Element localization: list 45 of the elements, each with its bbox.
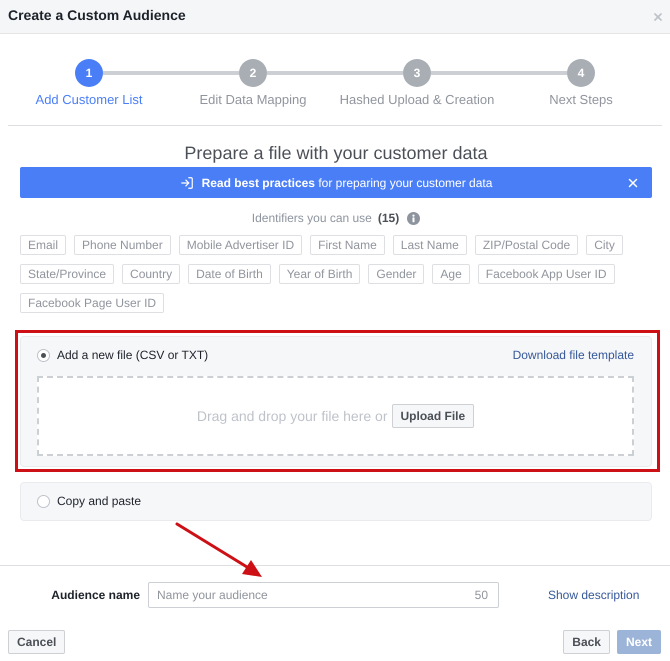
banner-text[interactable]: Read best practices for preparing your customer data (202, 174, 492, 190)
identifier-tag: Phone Number (74, 235, 171, 255)
step-number: 4 (567, 59, 595, 87)
drop-hint: Drag and drop your file here or (196, 408, 388, 424)
identifier-tag: Last Name (392, 235, 467, 255)
step-number: 1 (75, 59, 103, 87)
step-label: Edit Data Mapping (200, 92, 306, 108)
step-label: Add Customer List (36, 92, 142, 108)
radio-button[interactable] (37, 348, 50, 362)
identifier-tag: State/Province (20, 264, 114, 284)
option-label[interactable]: Copy and paste (57, 494, 142, 508)
step-label: Hashed Upload & Creation (340, 92, 494, 108)
identifier-tag: Age (432, 264, 470, 284)
arrow-in-icon (180, 176, 194, 190)
identifier-tag: First Name (310, 235, 385, 255)
window-title: Create a Custom Audience (8, 6, 186, 24)
identifier-tag: Gender (368, 264, 424, 284)
identifiers-label: Identifiers you can use (252, 210, 372, 226)
step-number: 2 (239, 59, 267, 87)
secondary-button[interactable]: Cancel (8, 630, 66, 654)
upload-file-button[interactable]: Upload File (392, 404, 474, 428)
option-label[interactable]: Add a new file (CSV or TXT) (57, 348, 208, 362)
identifier-tag: Facebook App User ID (478, 264, 615, 284)
identifiers-count: (15) (378, 210, 400, 226)
identifier-tag: Email (20, 235, 66, 255)
show-description-link[interactable]: Show description (548, 588, 640, 602)
close-button[interactable] (652, 10, 664, 22)
step-number: 3 (403, 59, 431, 87)
radio-button[interactable] (37, 494, 50, 508)
identifier-tag: City (586, 235, 623, 255)
identifier-tag: ZIP/Postal Code (474, 235, 578, 255)
identifier-tag: Date of Birth (188, 264, 271, 284)
secondary-button[interactable]: Back (563, 630, 610, 654)
info-icon[interactable] (407, 212, 420, 224)
close-icon (652, 10, 664, 22)
step-label: Next Steps (549, 92, 613, 108)
download-template-link[interactable]: Download file template (512, 348, 634, 362)
character-counter: 50 (474, 588, 488, 602)
identifier-tag: Year of Birth (278, 264, 360, 284)
identifier-tag: Mobile Advertiser ID (178, 235, 302, 255)
identifier-tag: Facebook Page User ID (20, 293, 164, 313)
audience-name-label: Audience name (51, 588, 140, 602)
drop-zone[interactable]: Drag and drop your file here or Upload File (37, 376, 634, 456)
identifier-tag: Country (122, 264, 180, 284)
section-heading: Prepare a file with your customer data (183, 142, 489, 164)
